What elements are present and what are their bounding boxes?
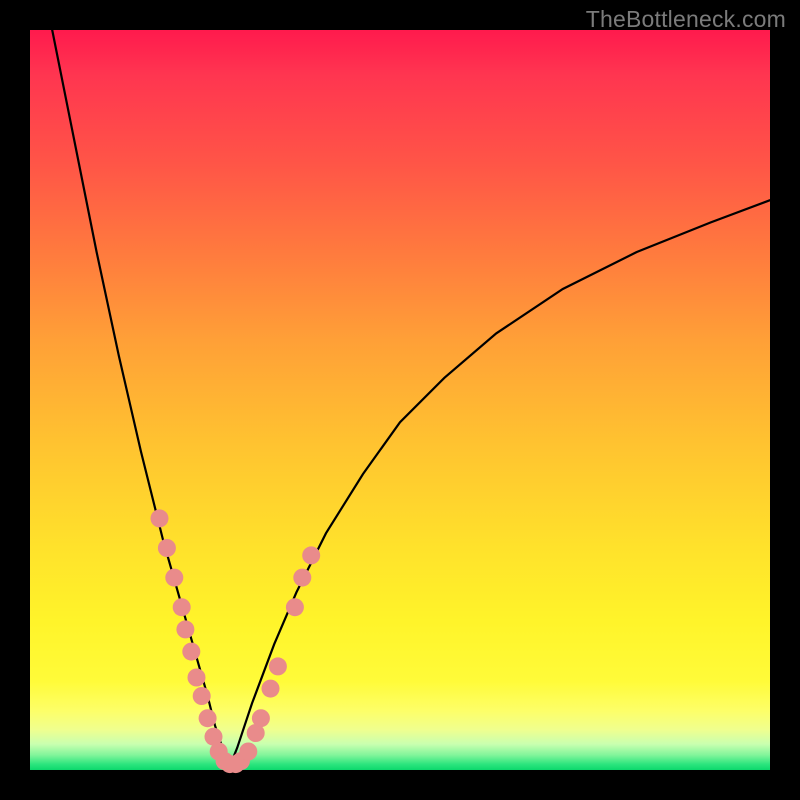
curve-right-branch	[230, 200, 770, 766]
marker-dot	[151, 509, 169, 527]
marker-dot	[239, 743, 257, 761]
watermark-text: TheBottleneck.com	[586, 6, 786, 33]
curve-group	[52, 30, 770, 766]
marker-dot	[252, 709, 270, 727]
marker-dot	[199, 709, 217, 727]
plot-area	[30, 30, 770, 770]
chart-svg	[30, 30, 770, 770]
marker-dot	[176, 620, 194, 638]
marker-group	[151, 509, 321, 773]
marker-dot	[158, 539, 176, 557]
outer-frame: TheBottleneck.com	[0, 0, 800, 800]
marker-dot	[302, 546, 320, 564]
marker-dot	[293, 569, 311, 587]
marker-dot	[173, 598, 191, 616]
marker-dot	[193, 687, 211, 705]
curve-left-branch	[52, 30, 230, 766]
marker-dot	[269, 657, 287, 675]
marker-dot	[262, 680, 280, 698]
marker-dot	[182, 643, 200, 661]
marker-dot	[188, 669, 206, 687]
marker-dot	[165, 569, 183, 587]
marker-dot	[286, 598, 304, 616]
